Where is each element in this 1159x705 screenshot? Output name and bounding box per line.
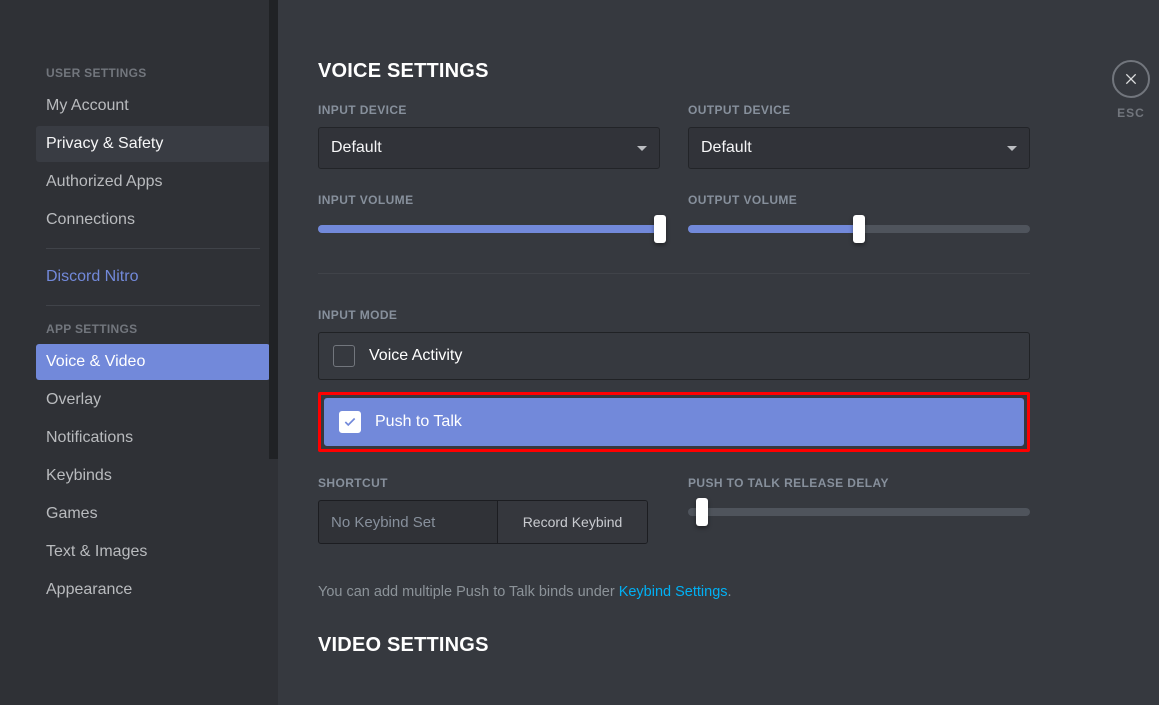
close-icon (1123, 71, 1139, 87)
sidebar-item-label: Connections (46, 211, 135, 228)
output-volume-slider[interactable] (688, 217, 1030, 241)
sidebar-item-label: My Account (46, 97, 129, 114)
sidebar-item-games[interactable]: Games (36, 496, 270, 532)
sidebar-item-overlay[interactable]: Overlay (36, 382, 270, 418)
input-mode-push-to-talk[interactable]: Push to Talk (324, 398, 1024, 446)
sidebar-item-text-images[interactable]: Text & Images (36, 534, 270, 570)
shortcut-value[interactable]: No Keybind Set (319, 501, 497, 543)
input-device-label: Input Device (318, 103, 660, 117)
highlight-frame: Push to Talk (318, 392, 1030, 452)
slider-fill (318, 225, 660, 233)
sidebar-item-label: Overlay (46, 391, 101, 408)
sidebar-item-notifications[interactable]: Notifications (36, 420, 270, 456)
sidebar-item-my-account[interactable]: My Account (36, 88, 270, 124)
input-volume-label: Input Volume (318, 193, 660, 207)
sidebar-item-label: Appearance (46, 581, 132, 598)
input-device-select[interactable]: Default (318, 127, 660, 169)
close-area: ESC (1101, 60, 1159, 120)
sidebar-item-label: Notifications (46, 429, 133, 446)
checkbox-icon (333, 345, 355, 367)
sidebar-header-user-settings: User Settings (36, 60, 270, 86)
output-device-value: Default (701, 139, 752, 157)
output-device-label: Output Device (688, 103, 1030, 117)
slider-thumb[interactable] (654, 215, 666, 243)
sidebar-item-label: Authorized Apps (46, 173, 163, 190)
sidebar-separator (46, 305, 260, 306)
sidebar-item-authorized-apps[interactable]: Authorized Apps (36, 164, 270, 200)
sidebar-item-label: Text & Images (46, 543, 147, 560)
option-label: Push to Talk (375, 413, 462, 431)
input-mode-label: Input Mode (318, 308, 1030, 322)
ptt-delay-label: Push to Talk Release Delay (688, 476, 1030, 490)
divider (318, 273, 1030, 274)
slider-thumb[interactable] (696, 498, 708, 526)
sidebar-item-appearance[interactable]: Appearance (36, 572, 270, 608)
option-label: Voice Activity (369, 347, 462, 365)
sidebar-item-connections[interactable]: Connections (36, 202, 270, 238)
sidebar-item-label: Privacy & Safety (46, 135, 163, 152)
output-volume-label: Output Volume (688, 193, 1030, 207)
shortcut-label: Shortcut (318, 476, 648, 490)
sidebar-item-privacy-safety[interactable]: Privacy & Safety (36, 126, 270, 162)
sidebar-item-discord-nitro[interactable]: Discord Nitro (36, 259, 270, 295)
ptt-delay-slider[interactable] (688, 500, 1030, 524)
chevron-down-icon (637, 146, 647, 151)
voice-settings-title: Voice Settings (318, 60, 1030, 83)
slider-fill (688, 225, 859, 233)
record-keybind-button[interactable]: Record Keybind (497, 501, 647, 543)
sidebar-item-label: Voice & Video (46, 353, 145, 370)
sidebar: User Settings My Account Privacy & Safet… (0, 0, 278, 705)
input-device-value: Default (331, 139, 382, 157)
chevron-down-icon (1007, 146, 1017, 151)
slider-thumb[interactable] (853, 215, 865, 243)
output-device-select[interactable]: Default (688, 127, 1030, 169)
sidebar-item-label: Keybinds (46, 467, 112, 484)
keybind-settings-link[interactable]: Keybind Settings (619, 584, 728, 600)
slider-track (688, 508, 1030, 516)
checkbox-checked-icon (339, 411, 361, 433)
input-mode-voice-activity[interactable]: Voice Activity (318, 332, 1030, 380)
content-area: Voice Settings Input Device Default Outp… (278, 0, 1159, 705)
sidebar-separator (46, 248, 260, 249)
sidebar-item-label: Games (46, 505, 98, 522)
input-volume-slider[interactable] (318, 217, 660, 241)
hint-suffix: . (728, 584, 732, 600)
close-label: ESC (1101, 106, 1159, 120)
sidebar-item-voice-video[interactable]: Voice & Video (36, 344, 270, 380)
keybind-hint: You can add multiple Push to Talk binds … (318, 584, 1030, 600)
sidebar-scrollbar[interactable] (269, 0, 278, 459)
sidebar-item-keybinds[interactable]: Keybinds (36, 458, 270, 494)
sidebar-item-label: Discord Nitro (46, 268, 138, 285)
video-settings-title: Video Settings (318, 634, 1030, 657)
close-button[interactable] (1112, 60, 1150, 98)
sidebar-header-app-settings: App Settings (36, 316, 270, 342)
shortcut-box: No Keybind Set Record Keybind (318, 500, 648, 544)
hint-prefix: You can add multiple Push to Talk binds … (318, 584, 619, 600)
